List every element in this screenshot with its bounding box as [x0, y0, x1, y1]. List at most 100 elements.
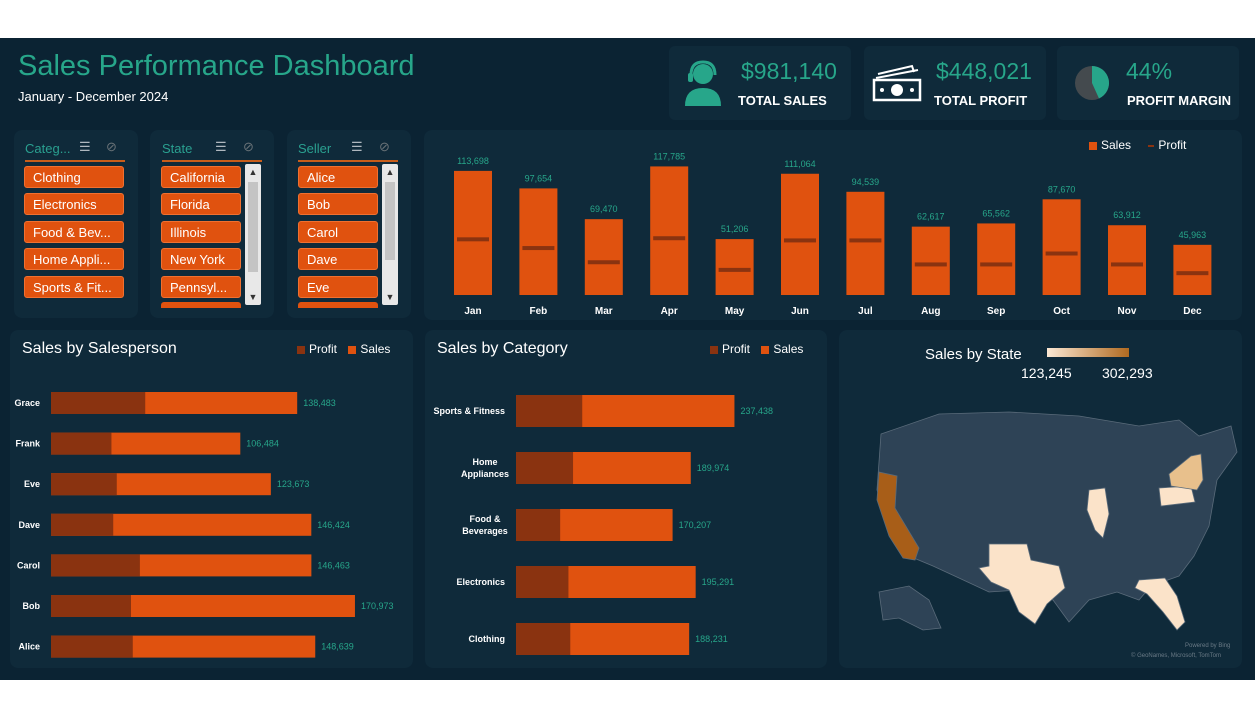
state-scrollbar[interactable]: ▲ ▼: [245, 164, 261, 305]
profit-bar: [51, 513, 114, 536]
data-label: 123,673: [277, 479, 310, 489]
kpi-value: $981,140: [741, 58, 837, 84]
category-label: Eve: [24, 479, 40, 489]
data-label: 51,206: [721, 224, 749, 234]
profit-bar: [51, 473, 117, 496]
us-state-map[interactable]: [839, 330, 1242, 668]
slicer-item-home[interactable]: Home Appli...: [24, 248, 124, 270]
profit-marker: [457, 237, 489, 242]
state-florida: [1134, 577, 1186, 631]
kpi-total-profit: $448,021 TOTAL PROFIT: [864, 46, 1046, 120]
multiselect-icon[interactable]: ☰: [79, 139, 91, 155]
profit-marker: [587, 260, 620, 265]
category-label: Clothing: [469, 634, 506, 644]
data-label: 138,483: [303, 398, 336, 408]
sales-bar: [650, 166, 689, 295]
data-label: 63,912: [1113, 210, 1141, 220]
slicer-item-florida[interactable]: Florida: [161, 193, 241, 215]
data-label: 170,207: [679, 520, 712, 530]
kpi-label: TOTAL PROFIT: [934, 93, 1028, 108]
slicer-item-california[interactable]: California: [161, 166, 241, 188]
slicer-item-sports[interactable]: Sports & Fit...: [24, 276, 124, 298]
slicer-item-new-york[interactable]: New York: [161, 248, 241, 270]
scroll-thumb[interactable]: [248, 182, 258, 272]
month-label: Aug: [921, 306, 940, 317]
kpi-label: PROFIT MARGIN: [1127, 93, 1231, 108]
monthly-chart: 113,698 Jan 97,654 Feb 69,470 Mar 117,785 Apr 51…: [454, 151, 1212, 317]
month-label: May: [725, 306, 745, 317]
data-label: 69,470: [590, 204, 618, 214]
slicer-title: State: [162, 141, 193, 156]
slicer-divider: [298, 160, 398, 162]
slicer-item-carol[interactable]: Carol: [298, 221, 378, 243]
slicer-item-clothing[interactable]: Clothing: [24, 166, 124, 188]
cash-icon: [872, 64, 922, 102]
scroll-up-icon[interactable]: ▲: [245, 165, 261, 179]
slicer-item-bob[interactable]: Bob: [298, 193, 378, 215]
profit-marker: [522, 246, 555, 251]
data-label: 65,562: [982, 208, 1010, 218]
slicer-item-illinois[interactable]: Illinois: [161, 221, 241, 243]
kpi-value: $448,021: [936, 58, 1032, 84]
scroll-down-icon[interactable]: ▼: [382, 290, 398, 304]
data-label: 111,064: [784, 159, 815, 169]
profit-bar: [516, 566, 569, 598]
data-label: 117,785: [653, 151, 685, 161]
category-label: Carol: [17, 560, 40, 570]
data-label: 94,539: [852, 177, 880, 187]
category-label: Sports & Fitness: [433, 406, 505, 416]
slicer-item-pennsylvania[interactable]: Pennsyl...: [161, 276, 241, 298]
sales-bar: [584, 219, 623, 295]
scroll-up-icon[interactable]: ▲: [382, 165, 398, 179]
map-attribution: © GeoNames, Microsoft, TomTom: [1131, 653, 1221, 659]
support-agent-icon: [685, 60, 721, 106]
category-label: Frank: [15, 439, 41, 449]
scroll-down-icon[interactable]: ▼: [245, 290, 261, 304]
slicer-item-electronics[interactable]: Electronics: [24, 193, 124, 215]
data-label: 188,231: [695, 634, 728, 644]
sales-bar: [1108, 225, 1146, 295]
multiselect-icon[interactable]: ☰: [351, 139, 363, 155]
category-label: Electronics: [456, 577, 505, 587]
sales-bar: [519, 188, 558, 295]
profit-marker: [1045, 251, 1078, 256]
scroll-thumb[interactable]: [385, 182, 395, 260]
clear-filter-icon[interactable]: ⊘: [379, 139, 390, 155]
profit-bar: [51, 635, 133, 658]
profit-bar: [51, 595, 131, 617]
seller-scrollbar[interactable]: ▲ ▼: [382, 164, 398, 305]
slicer-item-alice[interactable]: Alice: [298, 166, 378, 188]
slicer-item-partial: [161, 302, 241, 308]
sales-bar: [1042, 199, 1081, 295]
clear-filter-icon[interactable]: ⊘: [106, 139, 117, 155]
month-label: Mar: [595, 306, 613, 317]
category-label: Dave: [18, 520, 40, 530]
slicer-item-food[interactable]: Food & Bev...: [24, 221, 124, 243]
clear-filter-icon[interactable]: ⊘: [243, 139, 254, 155]
data-label: 237,438: [740, 406, 773, 416]
kpi-value: 44%: [1126, 58, 1173, 84]
profit-marker: [980, 262, 1013, 267]
slicer-divider: [162, 160, 262, 162]
profit-marker: [653, 236, 686, 241]
category-label: Beverages: [462, 526, 508, 536]
slicer-item-dave[interactable]: Dave: [298, 248, 378, 270]
page-title: Sales Performance Dashboard: [18, 50, 415, 82]
data-label: 170,973: [361, 601, 394, 611]
slicer-divider: [25, 160, 125, 162]
kpi-total-sales: $981,140 TOTAL SALES: [669, 46, 851, 120]
category-chart: 237,438 Sports & Fitness 189,974 Home Applia…: [433, 395, 773, 655]
data-label: 148,639: [321, 642, 354, 652]
profit-bar: [516, 395, 583, 427]
sales-bar: [1173, 244, 1212, 295]
category-label: Bob: [23, 601, 41, 611]
month-label: Feb: [530, 306, 548, 317]
slicer-item-eve[interactable]: Eve: [298, 276, 378, 298]
salesperson-chart: 138,483 Grace 106,484 Frank 123,673 Eve 146,42…: [14, 392, 394, 658]
data-label: 113,698: [457, 156, 489, 166]
profit-marker: [784, 238, 816, 243]
category-label: Appliances: [461, 469, 509, 479]
multiselect-icon[interactable]: ☰: [215, 139, 227, 155]
month-label: Jun: [791, 306, 809, 317]
data-label: 146,463: [317, 560, 350, 570]
